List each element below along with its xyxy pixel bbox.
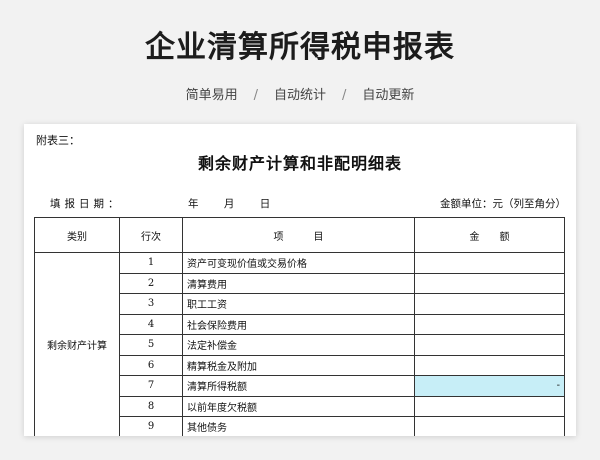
detail-table: 类别 行次 项 目 金 额 剩余财产计算 1 资产可变现价值或交易价格 2 清算费用 3 职… xyxy=(34,217,565,436)
table-header-row: 类别 行次 项 目 金 额 xyxy=(34,217,565,253)
form-sheet: 附表三： 剩余财产计算和非配明细表 填报日期： 年 月 日 金额单位：元（列至角… xyxy=(24,124,576,436)
form-title: 剩余财产计算和非配明细表 xyxy=(197,154,402,173)
date-fields: 年 月 日 xyxy=(188,196,292,211)
date-label: 填报日期： xyxy=(50,198,123,210)
column-header-category: 类别 xyxy=(34,217,120,253)
item-cell: 法定补偿金 xyxy=(182,334,415,356)
item-cell: 其他债务 xyxy=(182,416,415,436)
line-number-cell: 7 xyxy=(119,375,183,397)
column-header-amount: 金 额 xyxy=(414,217,565,253)
amount-cell[interactable] xyxy=(414,313,565,335)
line-number-cell: 1 xyxy=(119,252,183,274)
table-row: 剩余财产计算 1 资产可变现价值或交易价格 xyxy=(34,252,565,436)
line-number-cell: 5 xyxy=(119,334,183,356)
attachment-label: 附表三： xyxy=(36,134,80,147)
category-cell: 剩余财产计算 xyxy=(34,252,120,436)
amount-cell[interactable] xyxy=(414,293,565,315)
page-headline: 企业清算所得税申报表 xyxy=(145,30,455,65)
line-number-cell: 8 xyxy=(119,395,183,417)
amount-cell[interactable] xyxy=(414,395,565,417)
line-number-cell: 2 xyxy=(119,272,183,294)
item-cell: 清算所得税额 xyxy=(182,375,415,397)
amount-cell[interactable] xyxy=(414,252,565,274)
line-number-cell: 9 xyxy=(119,416,183,436)
item-cell: 社会保险费用 xyxy=(182,313,415,335)
amount-unit: 金额单位：元（列至角分） xyxy=(440,198,566,210)
column-header-item: 项 目 xyxy=(182,217,415,253)
item-cell: 资产可变现价值或交易价格 xyxy=(182,252,415,274)
amount-cell[interactable] xyxy=(414,416,565,436)
feature-separator: / xyxy=(253,88,258,103)
line-number-cell: 4 xyxy=(119,313,183,335)
amount-cell[interactable] xyxy=(414,334,565,356)
feature-list: 简单易用 / 自动统计 / 自动更新 xyxy=(0,84,600,103)
month-label: 月 xyxy=(223,198,235,210)
item-cell: 精算税金及附加 xyxy=(182,354,415,376)
item-cell: 以前年度欠税额 xyxy=(182,395,415,417)
amount-cell[interactable]: - xyxy=(414,375,565,397)
column-header-line: 行次 xyxy=(119,217,183,253)
line-number-cell: 6 xyxy=(119,354,183,376)
feature-item: 自动统计 xyxy=(273,88,326,103)
item-cell: 清算费用 xyxy=(182,272,415,294)
item-cell: 职工工资 xyxy=(182,293,415,315)
feature-separator: / xyxy=(342,88,347,103)
amount-cell[interactable] xyxy=(414,272,565,294)
day-label: 日 xyxy=(259,198,271,210)
line-number-cell: 3 xyxy=(119,293,183,315)
feature-item: 简单易用 xyxy=(185,88,238,103)
feature-item: 自动更新 xyxy=(362,88,415,103)
year-label: 年 xyxy=(188,198,199,210)
amount-cell[interactable] xyxy=(414,354,565,376)
